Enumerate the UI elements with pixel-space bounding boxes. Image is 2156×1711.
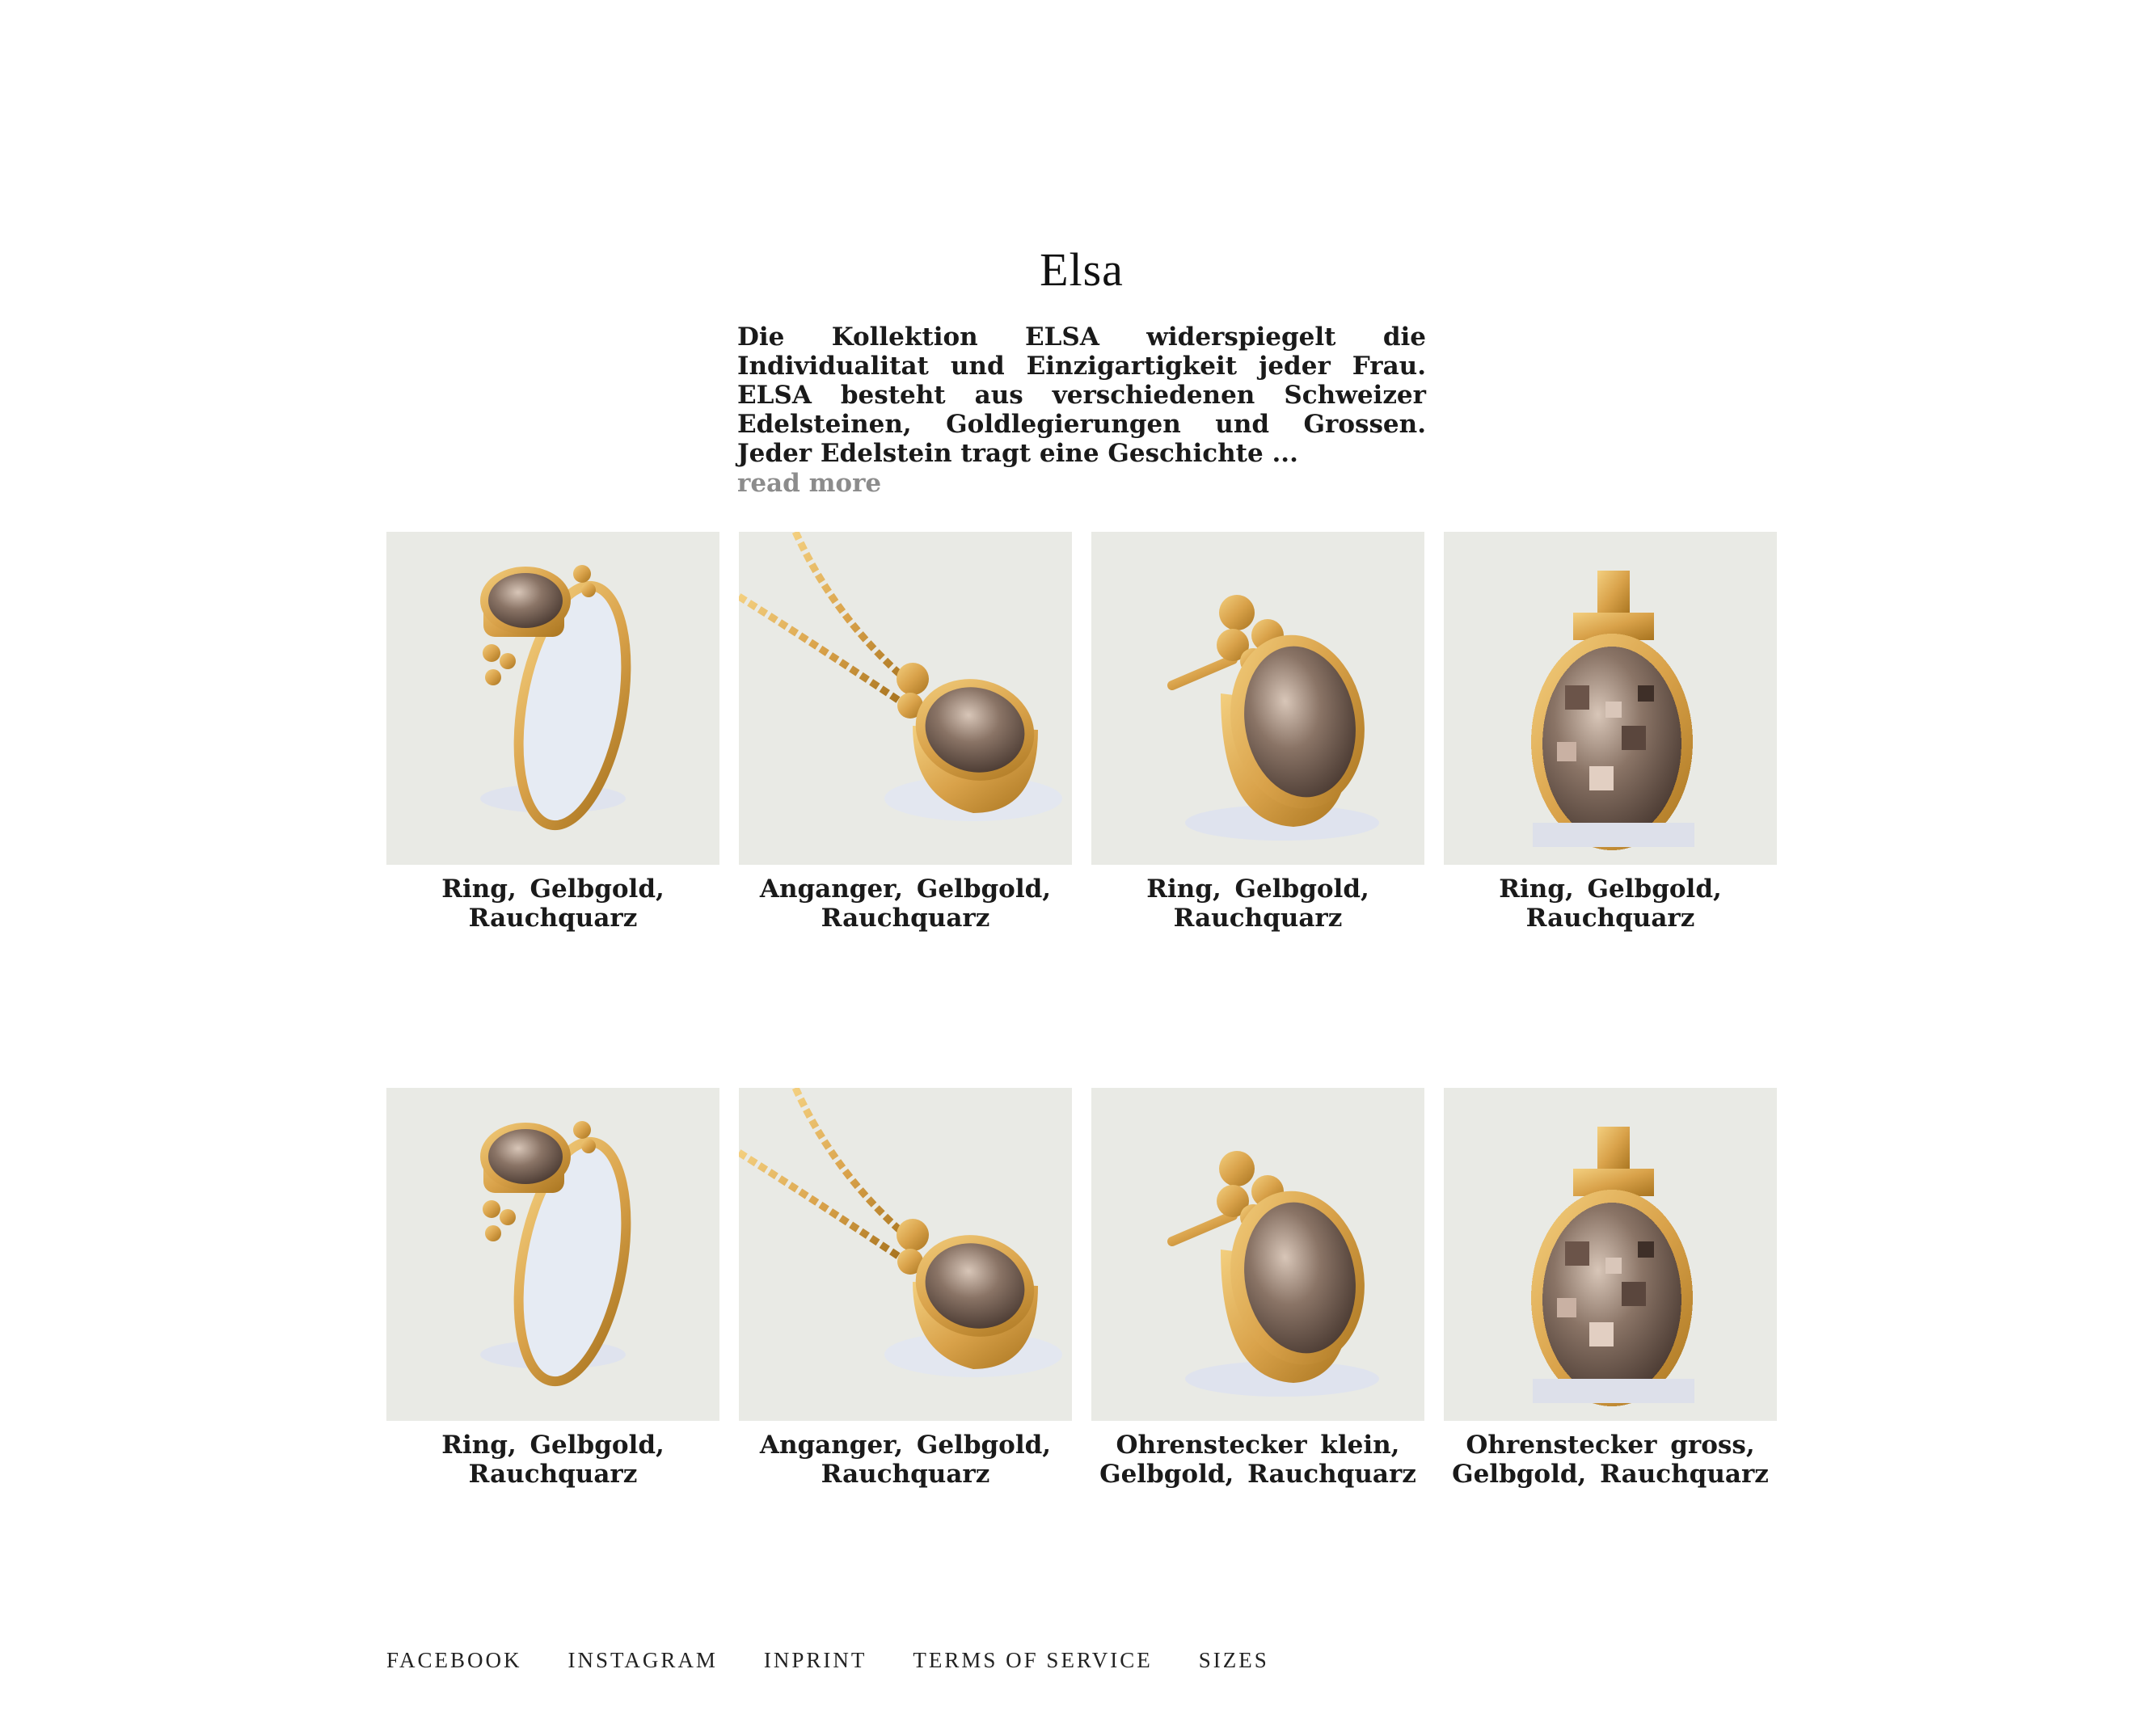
product-caption[interactable]: Ring, Gelbgold, Rauchquarz: [386, 874, 719, 933]
product-image[interactable]: [1091, 1088, 1424, 1421]
jewelry-illustration: [739, 1088, 1072, 1421]
footer-link-facebook[interactable]: FACEBOOK: [386, 1648, 522, 1673]
footer-link-sizes[interactable]: SIZES: [1199, 1648, 1269, 1673]
product-card[interactable]: Ohrenstecker gross, Gelbgold, Rauchquarz: [1444, 1088, 1777, 1489]
collection-title: Elsa: [1040, 243, 1124, 296]
collection-intro: Elsa Die Kollektion ELSA widerspiegelt d…: [737, 242, 1426, 499]
jewelry-illustration: [386, 1088, 719, 1421]
product-grid: Ring, Gelbgold, Rauchquarz Anganger, Gel…: [386, 532, 1777, 1489]
product-caption[interactable]: Anganger, Gelbgold, Rauchquarz: [739, 1431, 1072, 1489]
product-image[interactable]: [1444, 532, 1777, 865]
product-card[interactable]: Ring, Gelbgold, Rauchquarz: [386, 1088, 719, 1489]
product-card[interactable]: Ring, Gelbgold, Rauchquarz: [1091, 532, 1424, 933]
product-caption[interactable]: Ring, Gelbgold, Rauchquarz: [1444, 874, 1777, 933]
collection-description: Die Kollektion ELSA widerspiegelt die In…: [737, 322, 1426, 468]
jewelry-illustration: [1444, 532, 1777, 865]
product-card[interactable]: Ring, Gelbgold, Rauchquarz: [386, 532, 719, 933]
footer-nav: FACEBOOK INSTAGRAM INPRINT TERMS OF SERV…: [386, 1648, 1269, 1673]
product-image[interactable]: [1091, 532, 1424, 865]
jewelry-illustration: [739, 532, 1072, 865]
product-image[interactable]: [386, 1088, 719, 1421]
product-caption[interactable]: Ring, Gelbgold, Rauchquarz: [386, 1431, 719, 1489]
product-caption[interactable]: Ring, Gelbgold, Rauchquarz: [1091, 874, 1424, 933]
product-card[interactable]: Anganger, Gelbgold, Rauchquarz: [739, 1088, 1072, 1489]
product-caption[interactable]: Ohrenstecker gross, Gelbgold, Rauchquarz: [1444, 1431, 1777, 1489]
product-caption[interactable]: Anganger, Gelbgold, Rauchquarz: [739, 874, 1072, 933]
jewelry-illustration: [1091, 532, 1424, 865]
product-card[interactable]: Ohrenstecker klein, Gelbgold, Rauchquarz: [1091, 1088, 1424, 1489]
footer-link-inprint[interactable]: INPRINT: [764, 1648, 867, 1673]
jewelry-illustration: [386, 532, 719, 865]
footer-link-terms[interactable]: TERMS OF SERVICE: [913, 1648, 1152, 1673]
product-card[interactable]: Anganger, Gelbgold, Rauchquarz: [739, 532, 1072, 933]
product-image[interactable]: [739, 1088, 1072, 1421]
product-card[interactable]: Ring, Gelbgold, Rauchquarz: [1444, 532, 1777, 933]
footer-link-instagram[interactable]: INSTAGRAM: [568, 1648, 718, 1673]
product-image[interactable]: [1444, 1088, 1777, 1421]
jewelry-illustration: [1091, 1088, 1424, 1421]
product-image[interactable]: [386, 532, 719, 865]
jewelry-illustration: [1444, 1088, 1777, 1421]
read-more-link[interactable]: read more: [737, 468, 1426, 499]
product-caption[interactable]: Ohrenstecker klein, Gelbgold, Rauchquarz: [1091, 1431, 1424, 1489]
product-image[interactable]: [739, 532, 1072, 865]
